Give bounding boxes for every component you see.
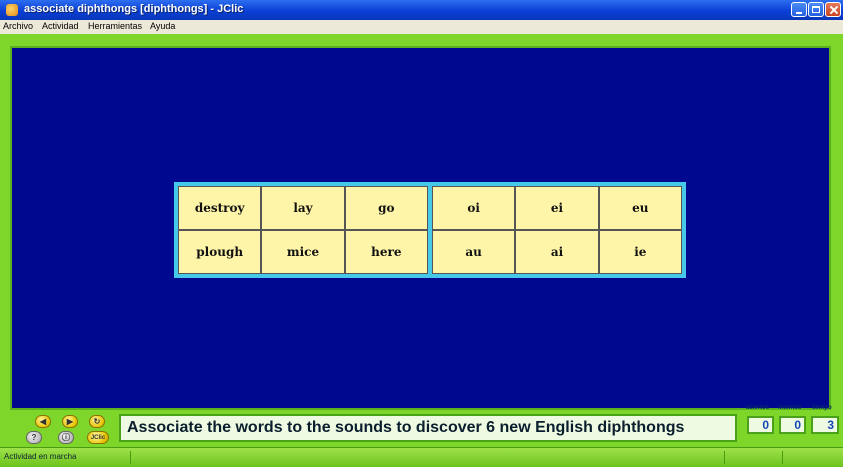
info-icon: ⓘ [62, 432, 70, 442]
word-cell[interactable]: mice [261, 230, 345, 274]
control-strip: ◀ ▶ ↻ ? ⓘ JClic Associate the words to t… [0, 405, 843, 447]
restart-icon: ↻ [93, 416, 101, 426]
word-cell[interactable]: plough [178, 230, 262, 274]
maximize-icon [809, 3, 823, 16]
association-board: destroy lay go plough mice here oi ei eu… [174, 182, 686, 278]
help-button[interactable]: ? [26, 431, 42, 444]
message-box: Associate the words to the sounds to dis… [119, 414, 737, 442]
jclic-button[interactable]: JClic [87, 431, 109, 444]
minimize-button[interactable] [791, 2, 807, 17]
aciertos-label: aciertos [746, 405, 770, 411]
sound-cell[interactable]: au [432, 230, 516, 274]
info-button[interactable]: ⓘ [58, 431, 74, 444]
sound-cell[interactable]: ei [515, 186, 599, 230]
tiempo-counter: 3 [811, 416, 839, 434]
menu-herramientas[interactable]: Herramientas [88, 21, 142, 31]
jclic-logo-icon: JClic [90, 434, 106, 441]
intentos-counter: 0 [779, 416, 806, 434]
intentos-label: intentos [778, 405, 802, 411]
word-cell[interactable]: lay [261, 186, 345, 230]
menu-actividad[interactable]: Actividad [42, 21, 79, 31]
status-bar: Actividad en marcha [0, 447, 843, 467]
close-icon [826, 3, 840, 16]
menu-archivo[interactable]: Archivo [3, 21, 33, 31]
status-divider [130, 451, 131, 464]
minimize-icon [792, 3, 806, 16]
arrow-right-icon: ▶ [66, 416, 74, 426]
status-divider [782, 451, 783, 464]
restart-button[interactable]: ↻ [89, 415, 105, 428]
question-icon: ? [31, 432, 37, 442]
sound-cell[interactable]: oi [432, 186, 516, 230]
status-text: Actividad en marcha [4, 452, 77, 461]
app-icon [6, 4, 18, 16]
activity-message: Associate the words to the sounds to dis… [127, 419, 685, 436]
maximize-button[interactable] [808, 2, 824, 17]
status-divider [724, 451, 725, 464]
arrow-left-icon: ◀ [39, 416, 47, 426]
aciertos-counter: 0 [747, 416, 774, 434]
menu-bar: Archivo Actividad Herramientas Ayuda [0, 20, 843, 34]
activity-frame: destroy lay go plough mice here oi ei eu… [0, 34, 843, 447]
sound-cell[interactable]: eu [598, 186, 682, 230]
sound-cell[interactable]: ie [598, 230, 682, 274]
close-button[interactable] [825, 2, 841, 17]
word-cell[interactable]: destroy [178, 186, 262, 230]
menu-ayuda[interactable]: Ayuda [150, 21, 175, 31]
tiempo-label: tiempo [812, 405, 832, 411]
word-cell[interactable]: go [344, 186, 428, 230]
sounds-grid: oi ei eu au ai ie [432, 186, 682, 274]
window-title: associate diphthongs [diphthongs] - JCli… [24, 3, 244, 15]
word-cell[interactable]: here [344, 230, 428, 274]
sound-cell[interactable]: ai [515, 230, 599, 274]
next-button[interactable]: ▶ [62, 415, 78, 428]
words-grid: destroy lay go plough mice here [178, 186, 428, 274]
previous-button[interactable]: ◀ [35, 415, 51, 428]
title-bar: associate diphthongs [diphthongs] - JCli… [0, 0, 843, 20]
activity-stage: destroy lay go plough mice here oi ei eu… [10, 46, 831, 410]
